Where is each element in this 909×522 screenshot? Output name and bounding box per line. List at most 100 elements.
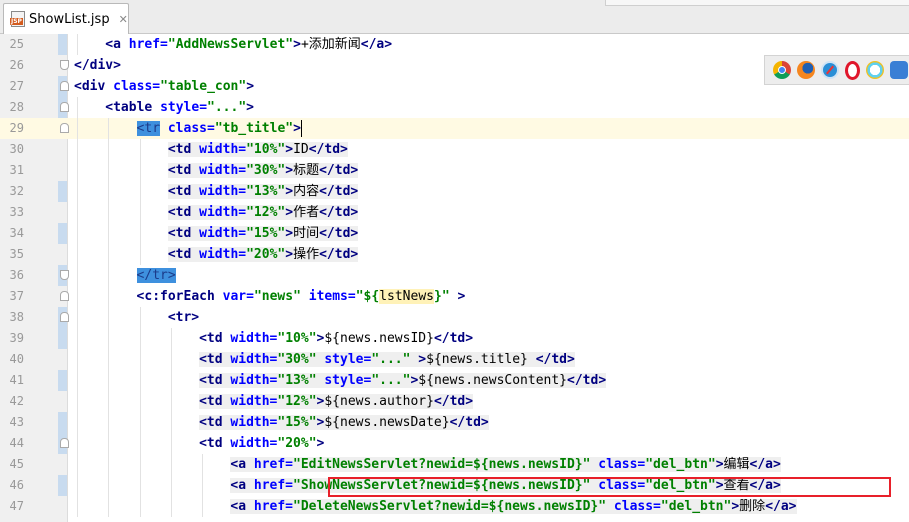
token-str: "table_con" xyxy=(160,79,247,94)
token-tag: > xyxy=(285,184,294,199)
jsp-file-icon: JSP xyxy=(10,11,25,27)
fold-toggle-icon[interactable] xyxy=(60,123,69,133)
token-el: ${news.newsContent} xyxy=(418,373,568,388)
code-line-31[interactable]: 31 <td width="30%">标题</td> xyxy=(0,160,909,181)
indent-guide xyxy=(108,139,110,160)
text-cursor xyxy=(300,120,302,137)
fold-toggle-icon[interactable] xyxy=(60,81,69,91)
token-txt: 删除 xyxy=(739,499,766,514)
token-tag: > xyxy=(285,205,294,220)
token-hl: lstNews xyxy=(379,289,434,304)
edge-icon[interactable] xyxy=(890,61,908,79)
change-marker xyxy=(58,328,67,349)
indent-guide xyxy=(170,454,172,475)
indent-guide xyxy=(170,496,172,517)
code-line-32[interactable]: 32 <td width="13%">内容</td> xyxy=(0,181,909,202)
code-line-45[interactable]: 45 <a href="EditNewsServlet?newid=${news.… xyxy=(0,454,909,475)
code-line-44[interactable]: 44 <td width="20%"> xyxy=(0,433,909,454)
code-line-43[interactable]: 43 <td width="15%">${news.newsDate}</td> xyxy=(0,412,909,433)
token-str: "20%" xyxy=(277,436,317,451)
code-line-42[interactable]: 42 <td width="12%">${news.author}</td> xyxy=(0,391,909,412)
token-tag: <td xyxy=(167,184,200,199)
token-tag: </td> xyxy=(319,226,359,241)
token-str: "10%" xyxy=(246,142,286,157)
indent-guide xyxy=(77,160,78,181)
indent-guide xyxy=(139,244,141,265)
token-tag: > xyxy=(449,289,466,304)
code-text: <td width="10%">${news.newsID}</td> xyxy=(199,328,473,349)
token-attr: width= xyxy=(230,436,278,451)
indent-guide xyxy=(170,349,172,370)
fold-toggle-icon[interactable] xyxy=(60,312,69,322)
indent-guide xyxy=(77,475,78,496)
line-number: 32 xyxy=(9,184,24,198)
code-line-47[interactable]: 47 <a href="DeleteNewsServlet?newid=${new… xyxy=(0,496,909,517)
safari-icon[interactable] xyxy=(821,61,839,79)
indent-guide xyxy=(77,391,78,412)
code-line-38[interactable]: 38 <tr> xyxy=(0,307,909,328)
line-number: 27 xyxy=(9,79,24,93)
indent-guide xyxy=(77,244,78,265)
token-attr: href= xyxy=(253,457,294,472)
indent-guide xyxy=(170,391,172,412)
indent-guide xyxy=(170,433,172,454)
token-attr: width= xyxy=(230,394,278,409)
token-attr: width= xyxy=(230,331,278,346)
code-line-34[interactable]: 34 <td width="15%">时间</td> xyxy=(0,223,909,244)
code-line-29[interactable]: 29 <tr class="tb_title"> xyxy=(0,118,909,139)
token-txt: ID xyxy=(293,142,309,157)
tab-showlist-jsp[interactable]: JSP ShowList.jsp ✕ xyxy=(3,3,129,34)
line-number: 36 xyxy=(9,268,24,282)
line-number: 44 xyxy=(9,436,24,450)
indent-guide xyxy=(77,496,78,517)
code-text: <tr class="tb_title"> xyxy=(136,118,302,139)
indent-guide xyxy=(139,349,141,370)
token-el: ${news.title} xyxy=(426,352,536,367)
fold-toggle-icon[interactable] xyxy=(60,291,69,301)
indent-guide xyxy=(170,475,172,496)
token-str: "EditNewsServlet?newid=${news.newsID}" xyxy=(293,457,591,472)
token-tag: <c:forEach xyxy=(136,289,223,304)
fold-toggle-icon[interactable] xyxy=(60,438,69,448)
token-tag: <div xyxy=(74,79,114,94)
code-line-41[interactable]: 41 <td width="13%" style="...">${news.new… xyxy=(0,370,909,391)
indent-guide xyxy=(139,433,141,454)
token-attr: items= xyxy=(308,289,356,304)
indent-guide xyxy=(77,349,78,370)
token-tag: > xyxy=(316,436,325,451)
fold-toggle-icon[interactable] xyxy=(60,60,69,70)
code-line-37[interactable]: 37 <c:forEach var="news" items="${lstNews… xyxy=(0,286,909,307)
line-number: 45 xyxy=(9,457,24,471)
close-tab-icon[interactable]: ✕ xyxy=(119,13,128,26)
token-tag: <td xyxy=(199,352,231,367)
tab-title: ShowList.jsp xyxy=(29,11,110,27)
code-line-25[interactable]: 25 <a href="AddNewsServlet">+添加新闻</a> xyxy=(0,34,909,55)
code-line-39[interactable]: 39 <td width="10%">${news.newsID}</td> xyxy=(0,328,909,349)
opera-icon[interactable] xyxy=(845,60,860,80)
indent-guide xyxy=(77,412,78,433)
token-tag: <td xyxy=(167,205,200,220)
line-number: 30 xyxy=(9,142,24,156)
chrome-icon[interactable] xyxy=(773,61,791,79)
code-text: <td width="20%"> xyxy=(199,433,324,454)
token-tag: </td> xyxy=(535,352,575,367)
code-line-36[interactable]: 36 </tr> xyxy=(0,265,909,286)
change-marker xyxy=(58,181,67,202)
firefox-icon[interactable] xyxy=(797,61,815,79)
fold-toggle-icon[interactable] xyxy=(60,102,69,112)
fold-toggle-icon[interactable] xyxy=(60,270,69,280)
ie-icon[interactable] xyxy=(866,61,884,79)
code-line-35[interactable]: 35 <td width="20%">操作</td> xyxy=(0,244,909,265)
token-str: "..." xyxy=(371,352,411,367)
line-number: 25 xyxy=(9,37,24,51)
token-tag: <a xyxy=(105,37,129,52)
change-marker xyxy=(58,475,67,496)
code-line-30[interactable]: 30 <td width="10%">ID</td> xyxy=(0,139,909,160)
code-line-40[interactable]: 40 <td width="30%" style="..." >${news.ti… xyxy=(0,349,909,370)
indent-guide xyxy=(108,202,110,223)
indent-guide xyxy=(108,349,110,370)
code-line-28[interactable]: 28 <table style="..."> xyxy=(0,97,909,118)
code-line-33[interactable]: 33 <td width="12%">作者</td> xyxy=(0,202,909,223)
code-text: <a href="AddNewsServlet">+添加新闻</a> xyxy=(105,34,392,55)
token-str: "30%" xyxy=(246,163,286,178)
